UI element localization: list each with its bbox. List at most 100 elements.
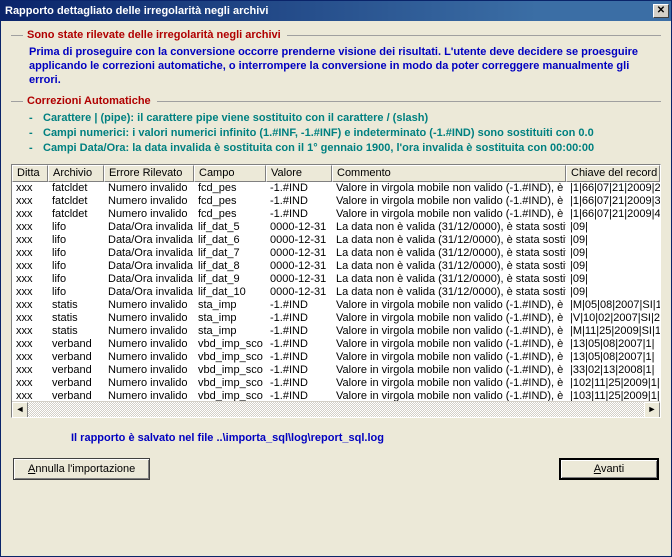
section-corrections-header: Correzioni Automatiche	[11, 95, 661, 107]
list-item: -Campi numerici: i valori numerici infin…	[29, 126, 661, 141]
table-cell: |09|	[566, 234, 660, 247]
table-row[interactable]: xxxlifoData/Ora invalidalif_dat_70000-12…	[12, 247, 660, 260]
scroll-left-button[interactable]: ◄	[12, 402, 28, 418]
cancel-import-button[interactable]: Annulla l'importazione	[13, 458, 150, 480]
table-row[interactable]: xxxverbandNumero invalidovbd_imp_sco-1.#…	[12, 390, 660, 401]
table-row[interactable]: xxxstatisNumero invalidosta_imp-1.#INDVa…	[12, 299, 660, 312]
table-row[interactable]: xxxfatcldetNumero invalidofcd_pes-1.#IND…	[12, 208, 660, 221]
rule-left	[11, 101, 23, 102]
table-cell: xxx	[12, 208, 48, 221]
table-cell: |33|02|13|2008|1|	[566, 364, 660, 377]
rule-right	[287, 35, 661, 36]
table-cell: 0000-12-31	[266, 221, 332, 234]
table-cell: xxx	[12, 260, 48, 273]
table-cell: Valore in virgola mobile non valido (-1.…	[332, 338, 566, 351]
table-cell: 0000-12-31	[266, 247, 332, 260]
table-cell: verband	[48, 364, 104, 377]
table-cell: xxx	[12, 390, 48, 401]
col-header-archivio[interactable]: Archivio	[48, 165, 104, 182]
table-cell: xxx	[12, 351, 48, 364]
window-title: Rapporto dettagliato delle irregolarità …	[5, 5, 653, 17]
table-cell: vbd_imp_sco	[194, 377, 266, 390]
table-cell: Data/Ora invalida	[104, 234, 194, 247]
scroll-right-button[interactable]: ►	[644, 402, 660, 418]
table-row[interactable]: xxxlifoData/Ora invalidalif_dat_60000-12…	[12, 234, 660, 247]
scroll-track[interactable]	[28, 402, 644, 418]
close-icon: ✕	[657, 5, 665, 16]
rule-left	[11, 35, 23, 36]
table-row[interactable]: xxxverbandNumero invalidovbd_imp_sco-1.#…	[12, 377, 660, 390]
table-cell: fcd_pes	[194, 182, 266, 195]
table-cell: statis	[48, 299, 104, 312]
table-cell: fcd_pes	[194, 195, 266, 208]
col-header-commento[interactable]: Commento	[332, 165, 566, 182]
table-cell: verband	[48, 351, 104, 364]
table-row[interactable]: xxxverbandNumero invalidovbd_imp_sco-1.#…	[12, 351, 660, 364]
col-header-errore[interactable]: Errore Rilevato	[104, 165, 194, 182]
table-cell: xxx	[12, 364, 48, 377]
table-cell: sta_imp	[194, 325, 266, 338]
table-row[interactable]: xxxverbandNumero invalidovbd_imp_sco-1.#…	[12, 364, 660, 377]
table-cell: -1.#IND	[266, 299, 332, 312]
table-cell: -1.#IND	[266, 377, 332, 390]
table-cell: Numero invalido	[104, 299, 194, 312]
table-body[interactable]: xxxfatcldetNumero invalidofcd_pes-1.#IND…	[12, 182, 660, 401]
table-cell: |09|	[566, 286, 660, 299]
list-item-text: Carattere | (pipe): il carattere pipe vi…	[43, 111, 428, 126]
table-cell: lif_dat_10	[194, 286, 266, 299]
corrections-list: -Carattere | (pipe): il carattere pipe v…	[29, 111, 661, 156]
table-cell: |13|05|08|2007|1|	[566, 351, 660, 364]
close-button[interactable]: ✕	[653, 4, 669, 18]
table-row[interactable]: xxxlifoData/Ora invalidalif_dat_100000-1…	[12, 286, 660, 299]
table-cell: Valore in virgola mobile non valido (-1.…	[332, 182, 566, 195]
col-header-campo[interactable]: Campo	[194, 165, 266, 182]
table-cell: xxx	[12, 299, 48, 312]
table-cell: lifo	[48, 221, 104, 234]
table-cell: xxx	[12, 286, 48, 299]
button-row: Annulla l'importazione Avanti	[11, 458, 661, 480]
list-item: -Carattere | (pipe): il carattere pipe v…	[29, 111, 661, 126]
col-header-valore[interactable]: Valore	[266, 165, 332, 182]
col-header-chiave[interactable]: Chiave del record	[566, 165, 660, 182]
table-row[interactable]: xxxstatisNumero invalidosta_imp-1.#INDVa…	[12, 325, 660, 338]
table-cell: xxx	[12, 325, 48, 338]
table-cell: Numero invalido	[104, 364, 194, 377]
triangle-right-icon: ►	[648, 404, 657, 414]
table-cell: lif_dat_7	[194, 247, 266, 260]
table-row[interactable]: xxxlifoData/Ora invalidalif_dat_80000-12…	[12, 260, 660, 273]
table-cell: lif_dat_5	[194, 221, 266, 234]
table-row[interactable]: xxxlifoData/Ora invalidalif_dat_50000-12…	[12, 221, 660, 234]
horizontal-scrollbar[interactable]: ◄ ►	[12, 401, 660, 417]
table-cell: -1.#IND	[266, 351, 332, 364]
table-row[interactable]: xxxverbandNumero invalidovbd_imp_sco-1.#…	[12, 338, 660, 351]
table-cell: |13|05|08|2007|1|	[566, 338, 660, 351]
table-cell: sta_imp	[194, 299, 266, 312]
dialog-body: Sono state rilevate delle irregolarità n…	[1, 21, 671, 556]
table-cell: lif_dat_8	[194, 260, 266, 273]
col-header-ditta[interactable]: Ditta	[12, 165, 48, 182]
table-cell: Valore in virgola mobile non valido (-1.…	[332, 390, 566, 401]
table-row[interactable]: xxxlifoData/Ora invalidalif_dat_90000-12…	[12, 273, 660, 286]
dialog-window: Rapporto dettagliato delle irregolarità …	[0, 0, 672, 557]
table-cell: Numero invalido	[104, 351, 194, 364]
table-cell: Numero invalido	[104, 182, 194, 195]
table-cell: 0000-12-31	[266, 273, 332, 286]
table-cell: Valore in virgola mobile non valido (-1.…	[332, 208, 566, 221]
table-row[interactable]: xxxfatcldetNumero invalidofcd_pes-1.#IND…	[12, 182, 660, 195]
table-cell: fatcldet	[48, 182, 104, 195]
table-cell: Valore in virgola mobile non valido (-1.…	[332, 195, 566, 208]
list-item-text: Campi numerici: i valori numerici infini…	[43, 126, 594, 141]
table-row[interactable]: xxxfatcldetNumero invalidofcd_pes-1.#IND…	[12, 195, 660, 208]
table-cell: Numero invalido	[104, 390, 194, 401]
table-cell: La data non è valida (31/12/0000), è sta…	[332, 286, 566, 299]
section-irregularities-header: Sono state rilevate delle irregolarità n…	[11, 29, 661, 41]
section-irregularities-label: Sono state rilevate delle irregolarità n…	[27, 29, 281, 41]
table-cell: lifo	[48, 234, 104, 247]
table-cell: |M|11|25|2009|SI|1|0	[566, 325, 660, 338]
triangle-left-icon: ◄	[16, 404, 25, 414]
table-row[interactable]: xxxstatisNumero invalidosta_imp-1.#INDVa…	[12, 312, 660, 325]
table-cell: 0000-12-31	[266, 260, 332, 273]
report-table: Ditta Archivio Errore Rilevato Campo Val…	[11, 164, 661, 418]
next-button[interactable]: Avanti	[559, 458, 659, 480]
table-cell: Data/Ora invalida	[104, 221, 194, 234]
